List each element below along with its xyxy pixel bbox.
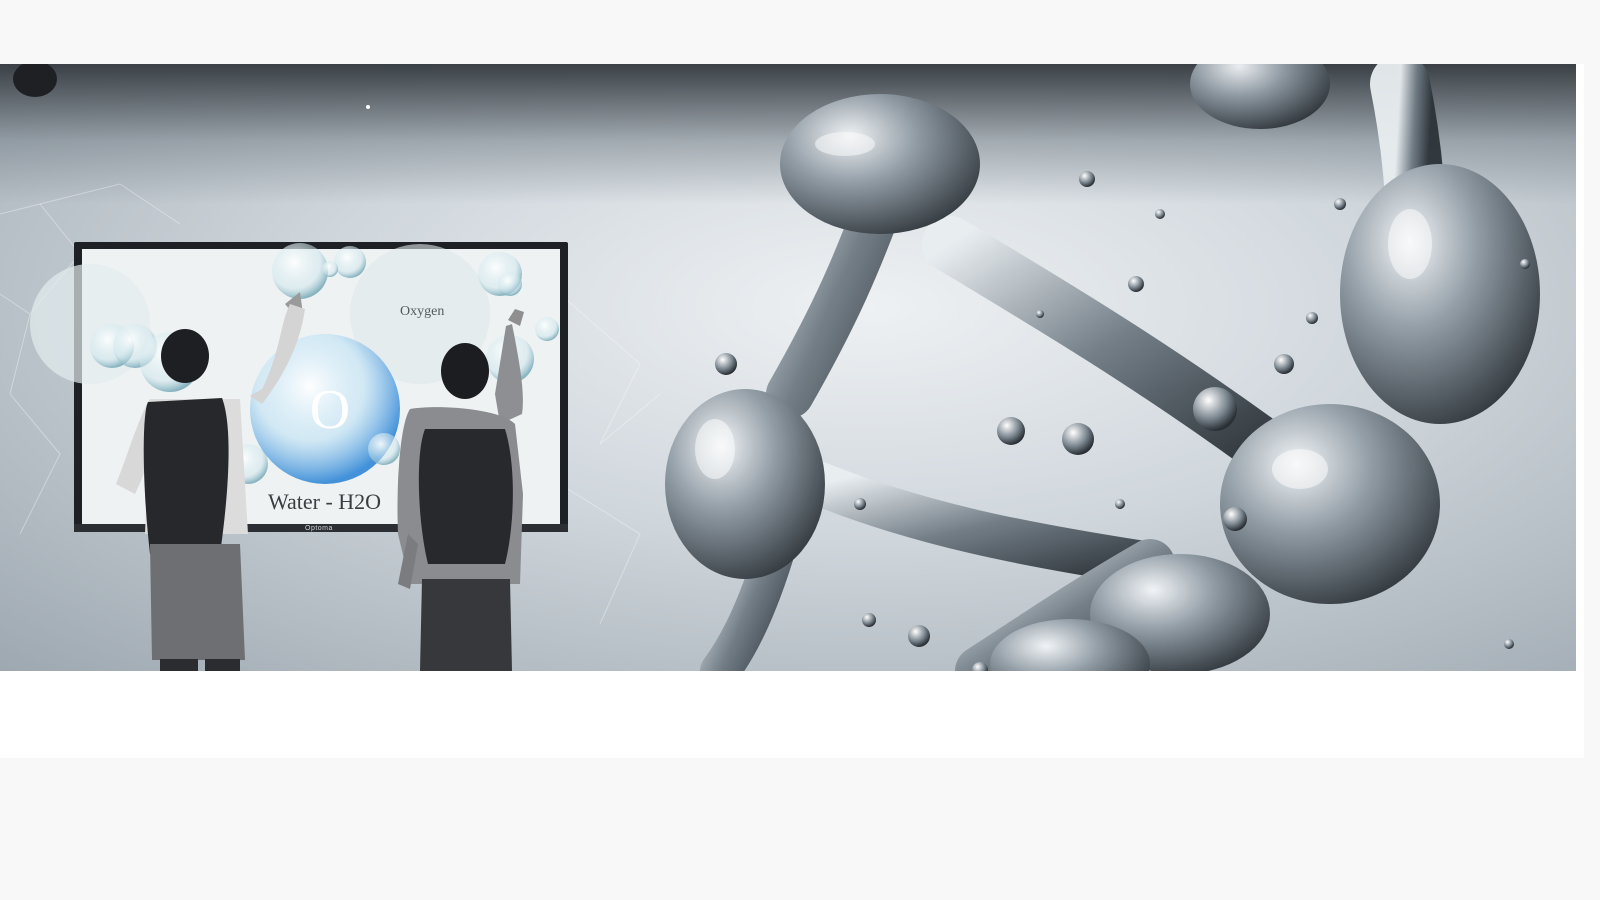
hero-banner: O Oxygen Water - H2O Optoma	[0, 64, 1576, 671]
display-brand-mark: Optoma	[305, 525, 333, 532]
bubble-letter: O	[309, 379, 351, 441]
bubble-label: Oxygen	[400, 304, 445, 319]
hero-illustration	[0, 64, 1540, 671]
water-molecule-illustration	[665, 64, 1540, 671]
page-top-strip	[0, 0, 1600, 64]
corner-shadow	[13, 64, 57, 97]
content-band	[0, 671, 1584, 758]
hero-right-edge	[1576, 64, 1584, 671]
sparkle	[366, 105, 370, 109]
screen-caption: Water - H2O	[268, 489, 382, 514]
